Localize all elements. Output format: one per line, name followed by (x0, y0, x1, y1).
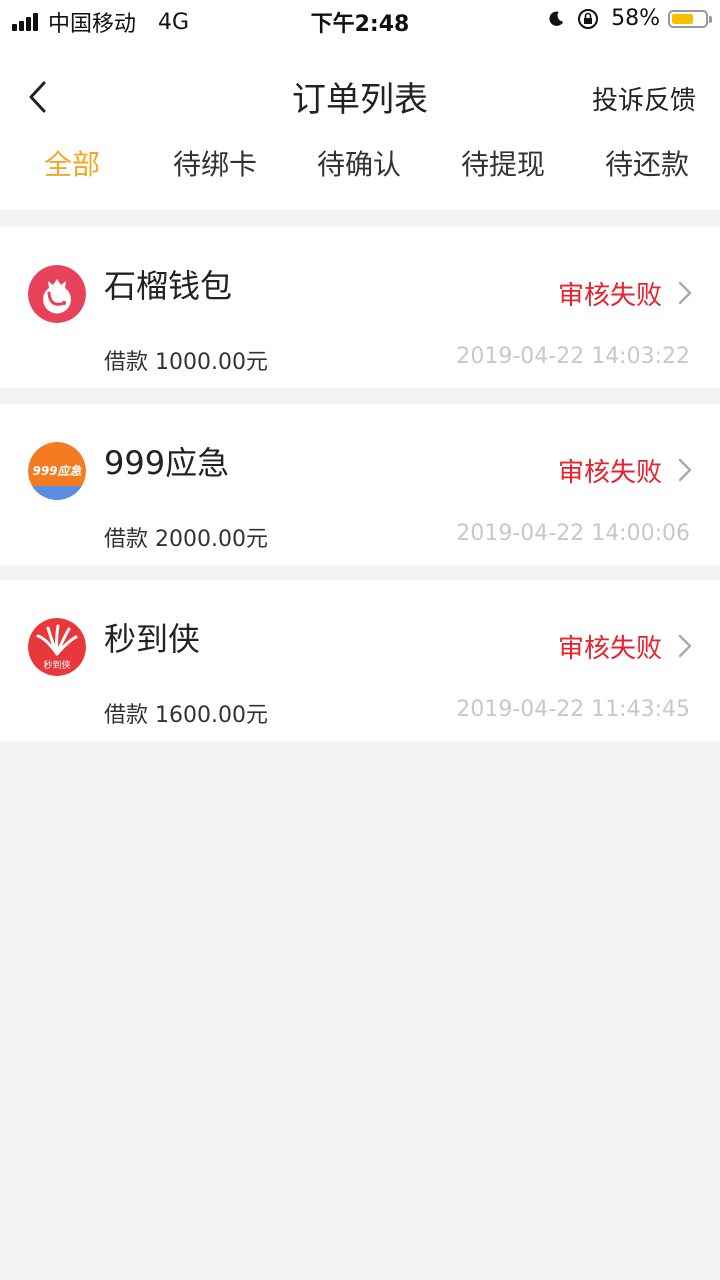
order-item[interactable]: 999应急 999应急 审核失败 借款 2000.00元 2019-04-22 … (0, 404, 720, 565)
chevron-right-icon (678, 458, 692, 482)
orientation-lock-icon (578, 8, 599, 29)
loan-amount: 借款 1000.00元 (104, 350, 268, 375)
tab-pending-confirm[interactable]: 待确认 (317, 143, 401, 183)
tab-all[interactable]: 全部 (44, 143, 100, 183)
feedback-button[interactable]: 投诉反馈 (592, 80, 696, 117)
status-right: 58% (547, 6, 712, 31)
logo-text: 999应急 (32, 464, 81, 478)
loan-amount: 借款 2000.00元 (104, 527, 268, 552)
moon-icon (549, 11, 564, 26)
lender-name: 秒到侠 (104, 620, 201, 658)
order-item[interactable]: 秒到侠 秒到侠 审核失败 借款 1600.00元 2019-04-22 11:4… (0, 580, 720, 741)
loan-amount: 借款 1600.00元 (104, 703, 268, 728)
chevron-right-icon (678, 281, 692, 305)
tab-pending-repay[interactable]: 待还款 (605, 143, 689, 183)
order-status: 审核失败 (557, 634, 662, 664)
shiliu-logo-icon (28, 265, 86, 323)
999-emergency-logo-icon: 999应急 (28, 442, 86, 500)
tab-bar: 全部 待绑卡 待确认 待提现 待还款 (0, 143, 720, 193)
tab-pending-bind-card[interactable]: 待绑卡 (173, 143, 257, 183)
order-item[interactable]: 石榴钱包 审核失败 借款 1000.00元 2019-04-22 14:03:2… (0, 227, 720, 388)
chevron-right-icon (678, 634, 692, 658)
order-status: 审核失败 (557, 458, 662, 488)
order-date: 2019-04-22 14:00:06 (456, 521, 690, 546)
battery-percent: 58% (611, 6, 660, 31)
logo-text: 秒到侠 (43, 659, 70, 671)
order-status: 审核失败 (557, 281, 662, 311)
miaodaoxia-logo-icon: 秒到侠 (28, 618, 86, 676)
tab-pending-withdraw[interactable]: 待提现 (461, 143, 545, 183)
status-bar: 中国移动 4G 下午2:48 58% (0, 0, 720, 40)
header: 订单列表 投诉反馈 全部 待绑卡 待确认 待提现 待还款 (0, 40, 720, 210)
order-date: 2019-04-22 11:43:45 (456, 697, 690, 722)
order-date: 2019-04-22 14:03:22 (456, 344, 690, 369)
lender-name: 999应急 (104, 444, 230, 482)
battery-icon (668, 9, 712, 28)
lender-name: 石榴钱包 (104, 267, 233, 305)
